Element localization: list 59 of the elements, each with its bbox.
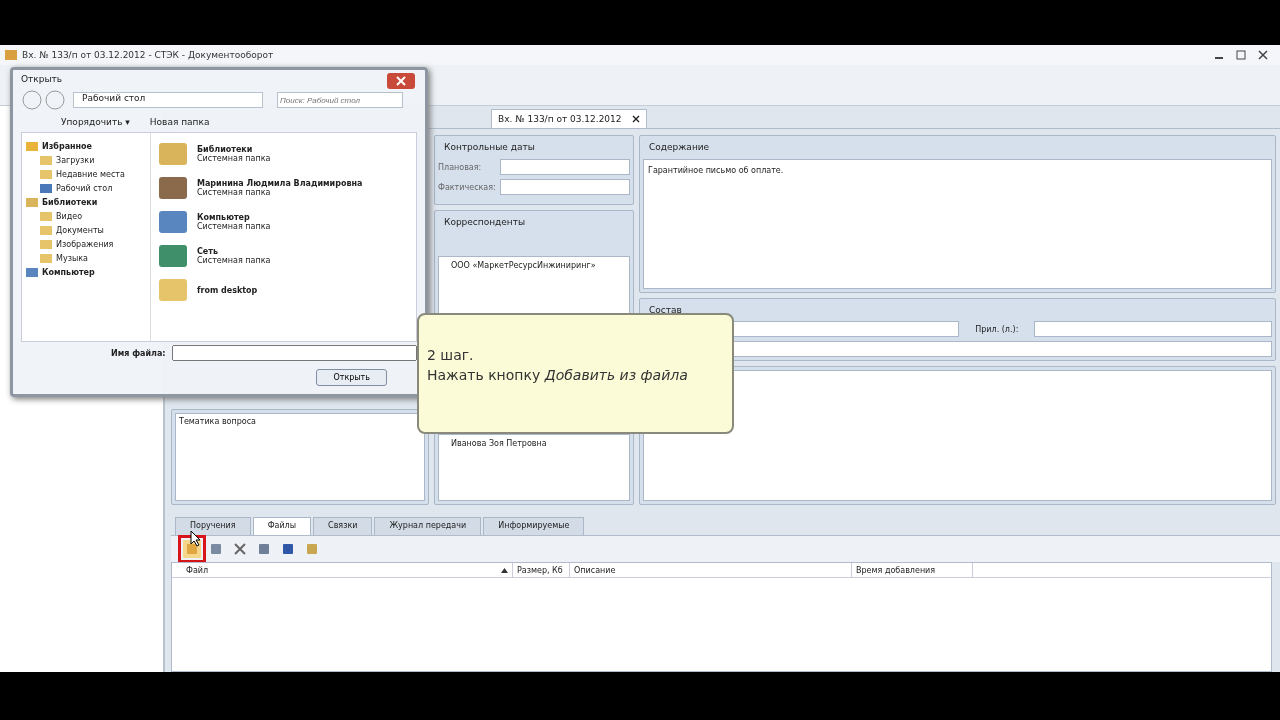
toolbar-icon <box>281 542 295 556</box>
nav-item[interactable]: Документы <box>26 223 146 237</box>
file-item[interactable]: from desktop <box>157 275 410 305</box>
field-label: Имя файла: <box>111 348 166 358</box>
sort-icon <box>501 567 508 573</box>
content-field[interactable]: Гарантийное письмо об оплате. <box>643 159 1272 289</box>
tab[interactable]: Журнал передачи <box>374 517 482 535</box>
toolbar-button[interactable]: Упорядочить ▾ <box>61 117 130 127</box>
step-label: 2 шаг. <box>427 346 475 365</box>
tab[interactable]: Связки <box>313 517 373 535</box>
cursor-icon <box>190 530 202 547</box>
attachments-field[interactable] <box>1034 321 1272 337</box>
tab[interactable]: Поручения <box>175 517 251 535</box>
dialog-title: Открыть <box>21 74 63 86</box>
nav-item[interactable]: Избранное <box>26 139 146 153</box>
nav-item[interactable]: Музыка <box>26 251 146 265</box>
toolbar-button[interactable]: Новая папка <box>149 117 210 127</box>
file-item[interactable]: Библиотеки Системная папка <box>157 139 410 169</box>
panel-title: Контрольные даты <box>443 141 536 154</box>
nav-item[interactable]: Изображения <box>26 237 146 251</box>
nav-item[interactable]: Загрузки <box>26 153 146 167</box>
panel-title: Корреспонденты <box>443 216 527 229</box>
nav-item[interactable]: Компьютер <box>26 265 146 279</box>
field-label: Фактическая: <box>438 182 496 192</box>
list-item[interactable]: Иванова Зоя Петровна <box>441 437 627 450</box>
tab[interactable]: Файлы <box>252 517 312 535</box>
column-header[interactable]: Время добавления <box>852 563 973 577</box>
nav-item[interactable]: Библиотеки <box>26 195 146 209</box>
column-header[interactable]: Описание <box>570 563 852 577</box>
close-icon[interactable] <box>631 115 640 123</box>
file-item[interactable]: Маринина Людмила Владимировна Системная папка <box>157 173 410 203</box>
maximize-icon[interactable] <box>1236 50 1246 60</box>
app-icon <box>4 49 18 61</box>
document-tab[interactable]: Вх. № 133/п от 03.12.2012 <box>491 109 647 128</box>
field-label: Плановая: <box>438 162 483 172</box>
search-field[interactable]: Поиск: Рабочий стол <box>277 92 403 108</box>
file-item[interactable]: Компьютер Системная папка <box>157 207 410 237</box>
nav-item[interactable]: Видео <box>26 209 146 223</box>
toolbar-icon <box>185 542 199 556</box>
nav-item[interactable]: Рабочий стол <box>26 181 146 195</box>
column-header[interactable]: Размер, Кб <box>513 563 570 577</box>
file-name-field[interactable] <box>171 345 417 361</box>
toolbar-icon <box>233 542 247 556</box>
file-item[interactable]: Сеть Системная папка <box>157 241 410 271</box>
panel-title: Содержание <box>648 141 711 154</box>
close-icon[interactable] <box>1258 50 1268 60</box>
tab[interactable]: Информируемые <box>483 517 585 535</box>
column-header[interactable]: Файл <box>182 563 513 577</box>
window-title: Вх. № 133/п от 03.12.2012 - СТЭК - Документооборот <box>22 50 274 60</box>
open-button[interactable]: Открыть <box>316 368 387 386</box>
toolbar-icon <box>305 542 319 556</box>
field-label: Прил. (л.): <box>974 324 1020 334</box>
list-item[interactable]: ООО «МаркетРесурсИнжиниринг» <box>441 259 627 272</box>
address-field[interactable]: Рабочий стол <box>73 92 263 108</box>
panel-title: Состав <box>648 303 683 317</box>
toolbar-icon <box>257 542 271 556</box>
nav-item[interactable]: Недавние места <box>26 167 146 181</box>
toolbar-icon <box>209 542 223 556</box>
hint-text: Нажать кнопку Добавить из файла <box>427 366 689 386</box>
